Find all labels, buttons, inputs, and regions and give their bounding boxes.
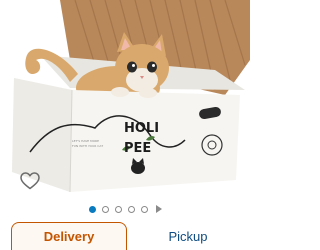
product-photo: HOLI PEE LET'S HAVE MORE FUN WITH YOUR C…: [12, 0, 250, 193]
carousel-dot-5[interactable]: [140, 205, 148, 213]
favorite-button[interactable]: [20, 172, 40, 190]
product-image[interactable]: HOLI PEE LET'S HAVE MORE FUN WITH YOUR C…: [0, 0, 250, 200]
heart-outline-icon: [20, 172, 40, 190]
carousel-dot-4[interactable]: [127, 205, 135, 213]
tab-pickup-label: Pickup: [168, 228, 208, 244]
tab-pickup[interactable]: Pickup: [134, 222, 242, 250]
carousel-dot-1[interactable]: [88, 205, 96, 213]
tab-delivery[interactable]: Delivery: [11, 222, 127, 250]
brand-logo-line1: HOLI: [124, 121, 159, 136]
carousel-indicator: [0, 203, 250, 215]
brand-logo-line2: PEE: [124, 141, 151, 156]
play-icon[interactable]: [155, 205, 162, 213]
box-small-print-1: LET'S HAVE MORE: [72, 139, 99, 143]
tab-delivery-label: Delivery: [43, 229, 95, 244]
fulfillment-tabs: Delivery Pickup: [0, 222, 250, 250]
carousel-dot-3[interactable]: [114, 205, 122, 213]
box-small-print-2: FUN WITH YOUR CAT: [72, 144, 103, 148]
box-cat-icon: [131, 162, 145, 174]
carousel-dot-2[interactable]: [101, 205, 109, 213]
